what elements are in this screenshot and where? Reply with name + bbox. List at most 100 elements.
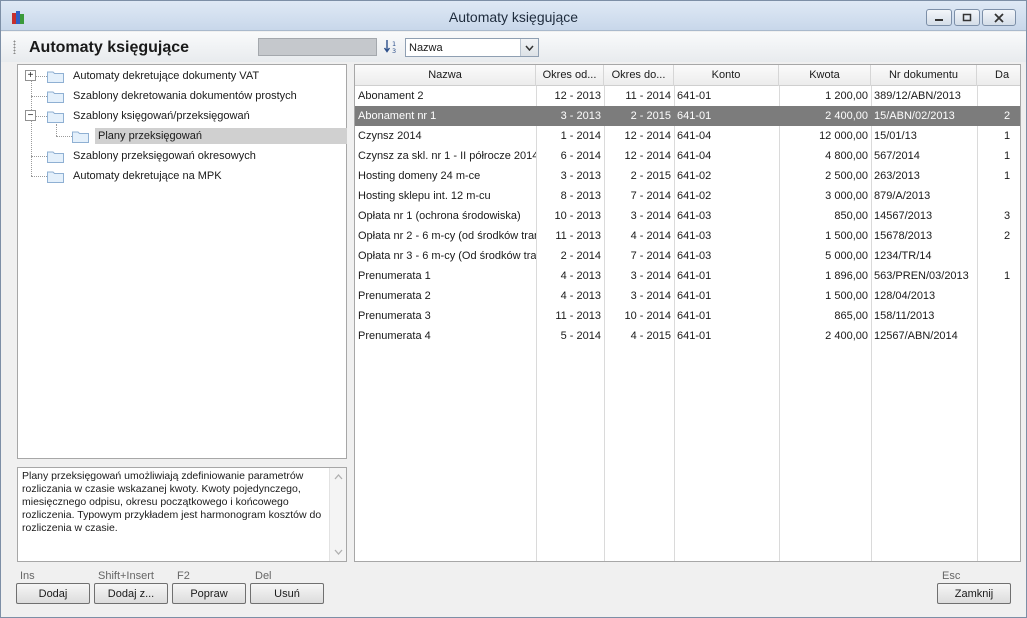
cell-okres-od: 2 - 2014 xyxy=(560,250,601,262)
table-row[interactable]: Prenumerata 2 4 - 2013 3 - 2014 641-01 1 500… xyxy=(355,286,1020,306)
close-dialog-button[interactable]: Zamknij xyxy=(937,583,1011,604)
cell-nazwa: Opłata nr 1 (ochrona środowiska) xyxy=(358,210,521,222)
cell-nazwa: Hosting domeny 24 m-ce xyxy=(358,170,481,182)
table-row[interactable]: Czynsz za skl. nr 1 - II półrocze 2014 6 … xyxy=(355,146,1020,166)
column-header-okres-do[interactable]: Okres do... xyxy=(604,65,674,86)
cell-konto: 641-03 xyxy=(677,230,712,242)
table-row[interactable]: Hosting domeny 24 m-ce 3 - 2013 2 - 2015 64… xyxy=(355,166,1020,186)
shortcut-hint-ins: Ins xyxy=(20,570,35,582)
cell-nr-dokumentu: 1234/TR/14 xyxy=(874,250,932,262)
column-header-kwota[interactable]: Kwota xyxy=(779,65,871,86)
folder-icon xyxy=(47,71,64,83)
tree-item-mpk[interactable]: Automaty dekretujące na MPK xyxy=(47,166,225,186)
tree-item-label: Szablony przeksięgowań okresowych xyxy=(73,150,256,162)
cell-kwota: 1 896,00 xyxy=(825,270,868,282)
shortcut-hint-esc: Esc xyxy=(942,570,961,582)
table-row[interactable]: Hosting sklepu int. 12 m-cu 8 - 2013 7 - 2… xyxy=(355,186,1020,206)
sort-select-arrow[interactable] xyxy=(520,39,538,56)
page-title: Automaty księgujące xyxy=(29,39,190,56)
cell-nr-dokumentu: 879/A/2013 xyxy=(874,190,931,202)
cell-konto: 641-01 xyxy=(677,330,712,342)
table-row[interactable]: Abonament 2 12 - 2013 11 - 2014 641-01 1 200… xyxy=(355,86,1020,106)
cell-kwota: 1 500,00 xyxy=(825,230,868,242)
cell-konto: 641-03 xyxy=(677,210,712,222)
search-input[interactable] xyxy=(258,38,377,56)
table-row[interactable]: Opłata nr 2 - 6 m-cy (od środków tran 11 … xyxy=(355,226,1020,246)
column-header-nazwa[interactable]: Nazwa xyxy=(355,65,536,86)
description-panel: Plany przeksięgowań umożliwiają zdefinio… xyxy=(17,467,347,562)
window-title: Automaty księgujące xyxy=(448,9,579,25)
cell-kwota: 1 500,00 xyxy=(825,290,868,302)
cell-nr-dokumentu: 15/01/13 xyxy=(874,130,917,142)
tree-line xyxy=(31,176,47,177)
tree-line xyxy=(56,136,72,137)
cell-da: 2 xyxy=(1004,110,1011,122)
cell-konto: 641-01 xyxy=(677,290,712,302)
close-button[interactable] xyxy=(982,9,1016,26)
cell-nazwa: Prenumerata 4 xyxy=(358,330,431,342)
maximize-button[interactable] xyxy=(954,9,980,26)
table-row[interactable]: Opłata nr 1 (ochrona środowiska) 10 - 201… xyxy=(355,206,1020,226)
table-row[interactable]: Opłata nr 3 - 6 m-cy (Od środków tran 2 -… xyxy=(355,246,1020,266)
cell-okres-do: 2 - 2015 xyxy=(630,110,671,122)
add-from-button[interactable]: Dodaj z... xyxy=(94,583,168,604)
cell-okres-do: 3 - 2014 xyxy=(630,210,671,222)
table-row[interactable]: Prenumerata 4 5 - 2014 4 - 2015 641-01 2 400… xyxy=(355,326,1020,346)
cell-konto: 641-04 xyxy=(677,150,712,162)
minimize-button[interactable] xyxy=(926,9,952,26)
cell-konto: 641-02 xyxy=(677,190,712,202)
tree-item-vat[interactable]: Automaty dekretujące dokumenty VAT xyxy=(47,66,262,86)
tree-line xyxy=(31,96,47,97)
cell-okres-do: 2 - 2015 xyxy=(630,170,671,182)
cell-okres-do: 4 - 2015 xyxy=(630,330,671,342)
shortcut-hint-del: Del xyxy=(255,570,272,582)
cell-nazwa: Prenumerata 2 xyxy=(358,290,431,302)
tree-line xyxy=(31,156,47,157)
sort-icon[interactable]: 1 3 xyxy=(383,38,401,56)
cell-okres-od: 11 - 2013 xyxy=(555,310,601,322)
table-row[interactable]: Abonament nr 1 3 - 2013 2 - 2015 641-01 2 40… xyxy=(355,106,1020,126)
maximize-icon xyxy=(962,13,972,22)
tree-expander-minus[interactable]: − xyxy=(25,110,36,121)
column-header-da[interactable]: Da xyxy=(977,65,1020,86)
folder-icon xyxy=(72,131,89,143)
table-row[interactable]: Prenumerata 1 4 - 2013 3 - 2014 641-01 1 896… xyxy=(355,266,1020,286)
cell-kwota: 3 000,00 xyxy=(825,190,868,202)
folder-icon xyxy=(47,151,64,163)
column-header-konto[interactable]: Konto xyxy=(674,65,779,86)
cell-kwota: 12 000,00 xyxy=(819,130,868,142)
tree-item-label: Automaty dekretujące dokumenty VAT xyxy=(73,70,260,82)
cell-nr-dokumentu: 563/PREN/03/2013 xyxy=(874,270,969,282)
cell-nazwa: Opłata nr 2 - 6 m-cy (od środków tran xyxy=(358,230,536,242)
tree-item-proste[interactable]: Szablony dekretowania dokumentów prostyc… xyxy=(47,86,300,106)
cell-okres-do: 12 - 2014 xyxy=(624,130,671,142)
sort-select[interactable]: Nazwa xyxy=(405,38,539,57)
cell-nazwa: Abonament 2 xyxy=(358,90,424,102)
table-row[interactable]: Prenumerata 3 11 - 2013 10 - 2014 641-01 865… xyxy=(355,306,1020,326)
edit-button[interactable]: Popraw xyxy=(172,583,246,604)
title-bar: Automaty księgujące xyxy=(1,1,1026,31)
cell-okres-od: 8 - 2013 xyxy=(560,190,601,202)
close-icon xyxy=(994,12,1004,23)
cell-konto: 641-01 xyxy=(677,310,712,322)
tree-expander-plus[interactable]: + xyxy=(25,70,36,81)
cell-okres-do: 3 - 2014 xyxy=(630,290,671,302)
cell-nr-dokumentu: 263/2013 xyxy=(874,170,920,182)
table-row[interactable]: Czynsz 2014 1 - 2014 12 - 2014 641-04 12 000… xyxy=(355,126,1020,146)
cell-okres-od: 4 - 2013 xyxy=(560,270,601,282)
cell-da xyxy=(977,286,1020,306)
folder-icon xyxy=(47,111,64,123)
delete-button[interactable]: Usuń xyxy=(250,583,324,604)
column-header-okres-od[interactable]: Okres od... xyxy=(536,65,604,86)
cell-nr-dokumentu: 128/04/2013 xyxy=(874,290,936,302)
folder-icon xyxy=(47,171,64,183)
cell-da: 1 xyxy=(1004,150,1011,162)
cell-okres-do: 3 - 2014 xyxy=(630,270,671,282)
description-scrollbar[interactable] xyxy=(329,468,346,561)
column-header-nr-dokumentu[interactable]: Nr dokumentu xyxy=(871,65,977,86)
tree-item-okresowe[interactable]: Szablony przeksięgowań okresowych xyxy=(47,146,259,166)
tree-item-szablony[interactable]: Szablony księgowań/przeksięgowań xyxy=(47,106,253,126)
grip-icon[interactable] xyxy=(13,40,16,54)
add-button[interactable]: Dodaj xyxy=(16,583,90,604)
tree-item-plany[interactable]: Plany przeksięgowań xyxy=(72,126,347,146)
